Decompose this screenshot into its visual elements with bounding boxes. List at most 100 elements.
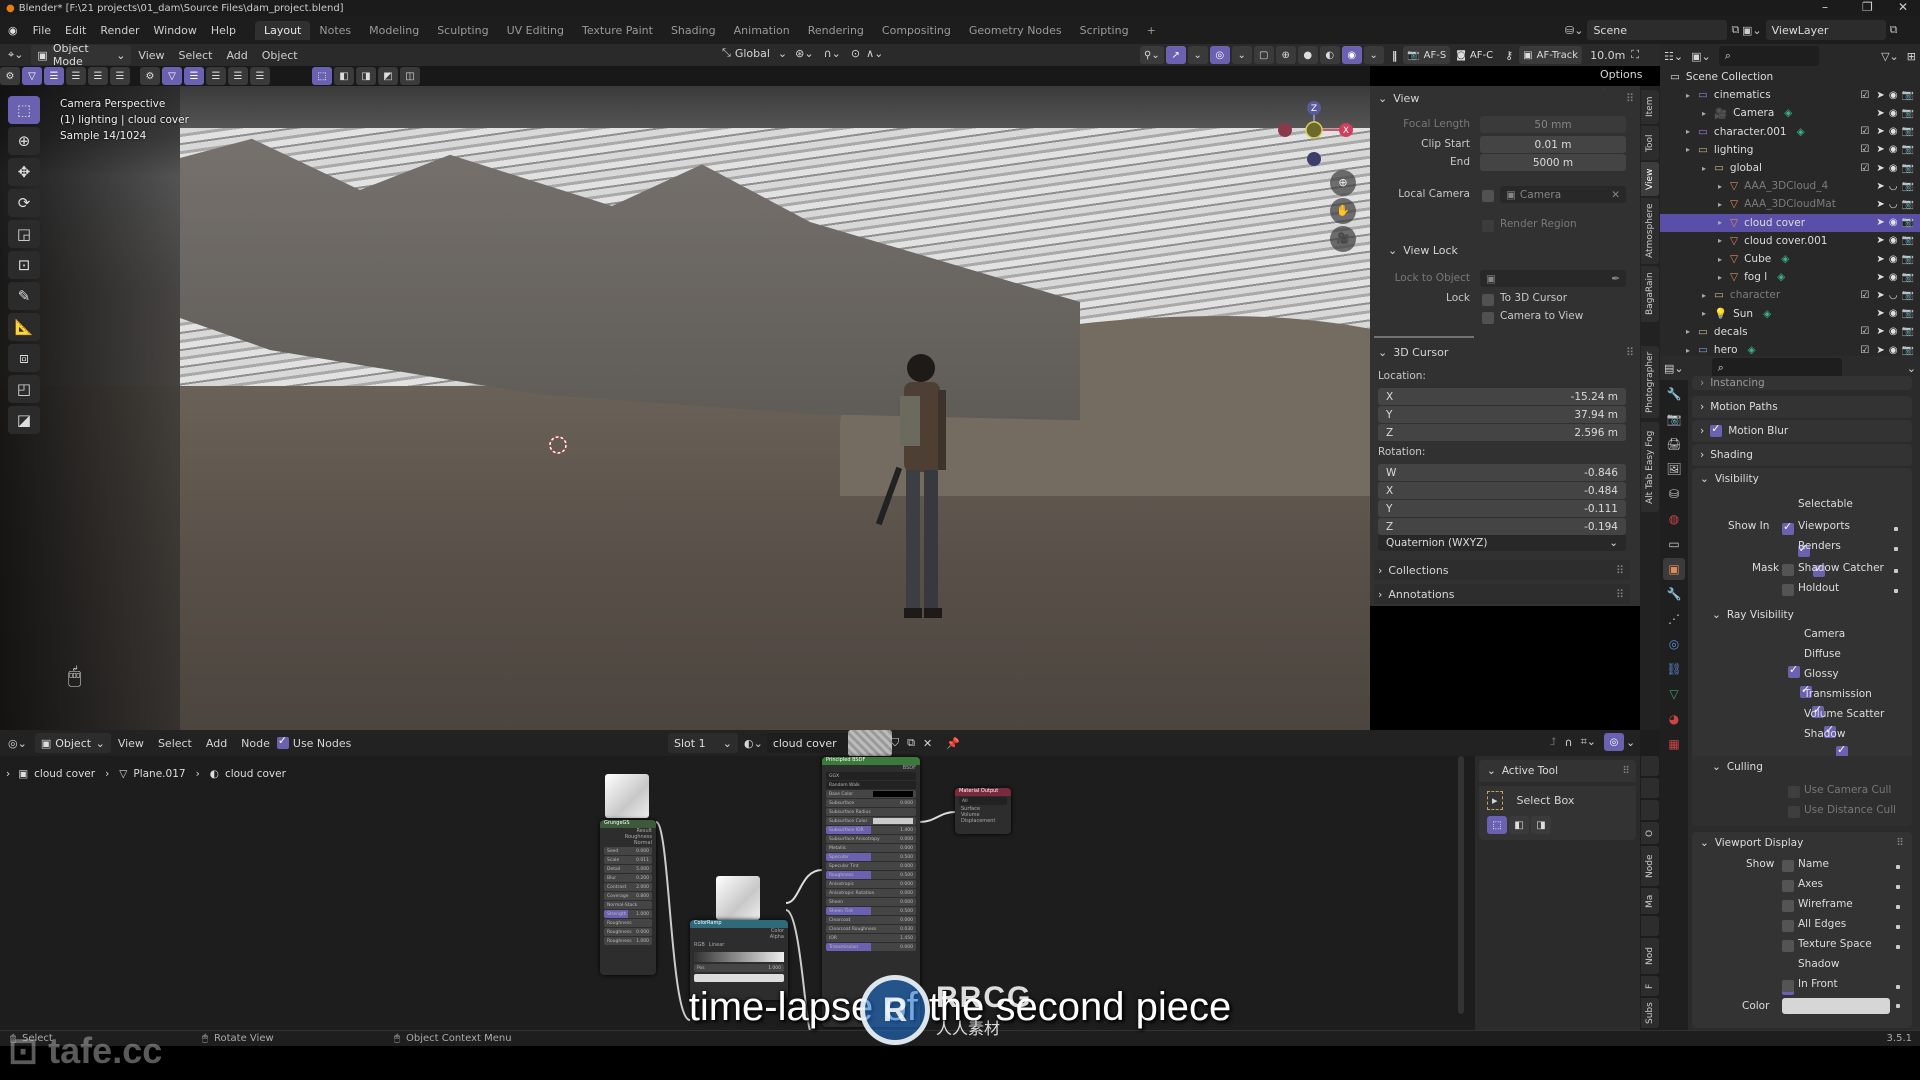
3d-cursor-panel-header[interactable]: ⌄ 3D Cursor ⠿ bbox=[1378, 346, 1634, 359]
expand-arrow-icon[interactable]: ▸ bbox=[1718, 236, 1730, 245]
pan-view-hand-icon[interactable]: ✋ bbox=[1330, 198, 1356, 224]
af-track-button[interactable]: ▣ AF-Track bbox=[1519, 46, 1583, 64]
proportional-edit-icon[interactable]: ⊙ bbox=[851, 47, 860, 60]
af-c-button[interactable]: ◙ AF-C bbox=[1452, 46, 1497, 64]
exclude-checkbox[interactable] bbox=[1860, 199, 1872, 210]
cursor-rotation-z-field[interactable]: Z -0.194 bbox=[1378, 518, 1626, 535]
copy-view-layer-icon[interactable]: ⧉ bbox=[1890, 23, 1898, 37]
selectable-arrow-icon[interactable]: ➤ bbox=[1876, 308, 1884, 319]
render-camera-icon[interactable]: 📷 bbox=[1902, 108, 1914, 119]
rotation-mode-dropdown[interactable]: Quaternion (WXYZ) ⌄ bbox=[1378, 534, 1626, 551]
properties-editor-type-icon[interactable]: ▤⌄ bbox=[1664, 362, 1684, 375]
outliner-row[interactable]: ▸ ▭ cinematics ☑ ➤ ◉ 📷 bbox=[1660, 86, 1920, 104]
view-panel-header[interactable]: ⌄ View ⠿ bbox=[1378, 92, 1634, 105]
exclude-checkbox[interactable] bbox=[1860, 108, 1872, 119]
cursor-location-y-field[interactable]: Y 37.94 m bbox=[1378, 406, 1626, 423]
render-camera-icon[interactable]: 📷 bbox=[1902, 90, 1914, 101]
outliner-row[interactable]: ▸ ▭ global ☑ ➤ ◉ 📷 bbox=[1660, 159, 1920, 177]
render-region-checkbox[interactable] bbox=[1482, 220, 1494, 232]
show-name-checkbox[interactable] bbox=[1782, 860, 1794, 872]
eye-icon[interactable]: ◉ bbox=[1889, 144, 1898, 155]
gizmo-neg-y-axis[interactable] bbox=[1307, 152, 1321, 166]
exclude-checkbox[interactable]: ☑ bbox=[1860, 144, 1872, 155]
selectable-arrow-icon[interactable]: ➤ bbox=[1876, 272, 1884, 283]
tool-annotate-icon[interactable]: ✎ bbox=[8, 282, 40, 310]
select-mode-new-icon[interactable]: ⬚ bbox=[1487, 816, 1507, 834]
lock-to-object-field[interactable]: ▣ ✒ bbox=[1480, 270, 1626, 287]
gizmo-dropdown[interactable]: ⌄ bbox=[1187, 46, 1208, 64]
tab-bagarain[interactable]: BagaRain bbox=[1641, 266, 1659, 322]
texture-properties-icon[interactable]: ▦ bbox=[1663, 733, 1685, 755]
keyframe-dot[interactable] bbox=[1894, 547, 1898, 551]
shading-material-icon[interactable]: ◐ bbox=[1319, 46, 1340, 64]
outliner-row[interactable]: ▸ ▽ fog l ◈ ➤ ◉ 📷 bbox=[1660, 268, 1920, 286]
af-s-button[interactable]: 📷 AF-S bbox=[1403, 46, 1451, 64]
node-tab-o[interactable]: O bbox=[1641, 822, 1659, 844]
node-tab-nod[interactable]: Nod bbox=[1641, 938, 1659, 974]
snap-icon[interactable]: ∩⌄ bbox=[824, 47, 841, 60]
menu-file[interactable]: File bbox=[26, 24, 58, 37]
tab-tool[interactable]: Tool bbox=[1641, 126, 1659, 160]
render-camera-icon[interactable]: 📷 bbox=[1902, 308, 1914, 319]
tab-notes[interactable]: Notes bbox=[310, 21, 360, 40]
expand-arrow-icon[interactable]: ▸ bbox=[1686, 91, 1698, 100]
maximize-button[interactable]: ❐ bbox=[1862, 0, 1873, 14]
expand-arrow-icon[interactable]: ▸ bbox=[1686, 127, 1698, 136]
camera-view-icon[interactable]: 🎥 bbox=[1330, 226, 1356, 252]
tool-measure-icon[interactable]: 📐 bbox=[8, 313, 40, 341]
outliner-data-badge-icon[interactable]: ◈ bbox=[1781, 253, 1789, 265]
data-properties-icon[interactable]: ▽ bbox=[1663, 683, 1685, 705]
menu-render[interactable]: Render bbox=[93, 24, 146, 37]
tool-select-box-icon[interactable]: ⬚ bbox=[8, 96, 40, 124]
lock-to-3d-cursor-checkbox[interactable] bbox=[1482, 294, 1494, 306]
blender-menu-icon[interactable]: ◉ bbox=[0, 24, 26, 37]
node-material-output[interactable]: Material Output All Surface Volume Displ… bbox=[955, 788, 1011, 834]
collections-panel-header[interactable]: › Collections ⠿ bbox=[1374, 560, 1630, 580]
menu-edit[interactable]: Edit bbox=[58, 24, 93, 37]
exclude-checkbox[interactable] bbox=[1860, 217, 1872, 228]
tab-sculpting[interactable]: Sculpting bbox=[428, 21, 497, 40]
eye-icon[interactable]: ◉ bbox=[1889, 108, 1898, 119]
visibility-panel-header[interactable]: ⌄ Visibility bbox=[1692, 468, 1912, 490]
select-box-tool-icon[interactable]: ▸ bbox=[1487, 790, 1503, 810]
new-collection-icon[interactable]: ⊞ bbox=[1907, 50, 1916, 63]
active-tool-header[interactable]: ⌄ Active Tool ⠿ bbox=[1479, 760, 1636, 782]
node-input-field[interactable]: Blur 0.200 bbox=[604, 874, 652, 882]
node-input-field[interactable]: Metallic 0.000 bbox=[826, 844, 916, 852]
settings-gear-2-icon[interactable]: ⚙ bbox=[140, 67, 160, 85]
node-tab-node[interactable]: Node bbox=[1641, 846, 1659, 886]
tool-transform-icon[interactable]: ⊡ bbox=[8, 251, 40, 279]
tab-alt-tab-easy-fog[interactable]: Alt Tab Easy Fog bbox=[1641, 422, 1659, 512]
tool-add-cube-icon[interactable]: ⧈ bbox=[8, 344, 40, 372]
selectable-arrow-icon[interactable]: ➤ bbox=[1876, 326, 1884, 337]
selectable-arrow-icon[interactable]: ➤ bbox=[1876, 217, 1884, 228]
tab-texture-paint[interactable]: Texture Paint bbox=[573, 21, 662, 40]
tab-item[interactable]: Item bbox=[1641, 90, 1659, 124]
outliner-row[interactable]: ▸ ▽ cloud cover.001 ➤ ◉ 📷 bbox=[1660, 232, 1920, 250]
annotations-panel-header[interactable]: › Annotations ⠿ bbox=[1374, 584, 1630, 604]
scene-selector[interactable]: Scene bbox=[1587, 20, 1728, 40]
node-tab-blank-2[interactable] bbox=[1641, 778, 1659, 798]
shading-rendered-icon[interactable]: ◉ bbox=[1341, 46, 1362, 64]
cursor-rotation-x-field[interactable]: X -0.484 bbox=[1378, 482, 1626, 499]
expand-arrow-icon[interactable]: ▸ bbox=[1718, 218, 1730, 227]
tab-shading[interactable]: Shading bbox=[662, 21, 725, 40]
properties-search-input[interactable]: ⌕ bbox=[1711, 358, 1842, 378]
list-mode-1-icon[interactable]: ☰ bbox=[44, 67, 64, 85]
outliner-data-badge-icon[interactable]: ◈ bbox=[1777, 271, 1785, 283]
view-lock-panel-header[interactable]: ⌄ View Lock bbox=[1388, 244, 1644, 257]
expand-arrow-icon[interactable]: ▸ bbox=[1718, 255, 1730, 264]
keyframe-dot[interactable] bbox=[1896, 945, 1900, 949]
focal-length-field[interactable]: 50 mm bbox=[1480, 116, 1626, 133]
expand-arrow-icon[interactable]: ▸ bbox=[1702, 309, 1714, 318]
expand-arrow-icon[interactable]: ▸ bbox=[1718, 200, 1730, 209]
shadow-catcher-checkbox[interactable] bbox=[1782, 564, 1794, 576]
selectable-arrow-icon[interactable]: ➤ bbox=[1876, 181, 1884, 192]
render-camera-icon[interactable]: 📷 bbox=[1902, 235, 1914, 246]
selectable-arrow-icon[interactable]: ➤ bbox=[1876, 144, 1884, 155]
cursor-location-x-field[interactable]: X -15.24 m bbox=[1378, 388, 1626, 405]
tab-geometry-nodes[interactable]: Geometry Nodes bbox=[960, 21, 1071, 40]
xray-toggle-icon[interactable]: ▢ bbox=[1253, 46, 1274, 64]
output-properties-icon[interactable]: 🖨 bbox=[1663, 433, 1685, 455]
node-input-field[interactable]: Seed 0.000 bbox=[604, 847, 652, 855]
